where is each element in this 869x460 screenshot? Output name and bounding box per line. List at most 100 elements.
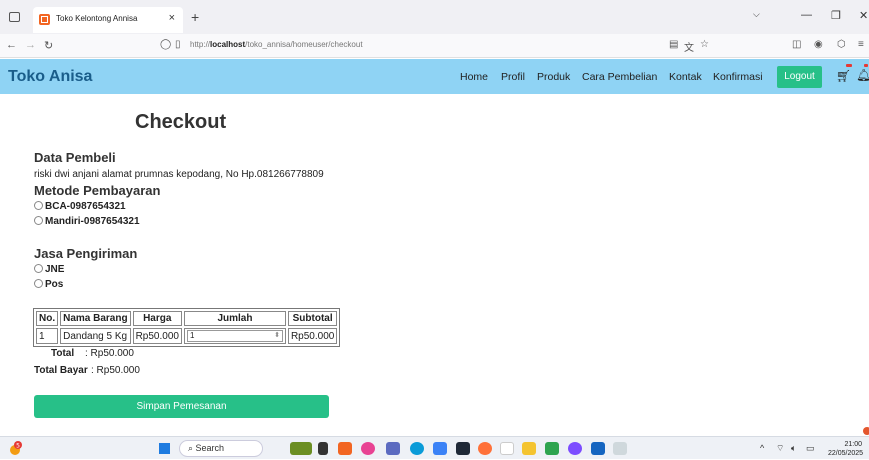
table-row: 1 Dandang 5 Kg Rp50.000 1 ⬍ Rp50.000 xyxy=(36,328,338,344)
close-window-icon[interactable]: ✕ xyxy=(859,9,868,22)
nav-kontak[interactable]: Kontak xyxy=(669,71,702,83)
col-jumlah: Jumlah xyxy=(183,311,286,326)
file-explorer-icon[interactable] xyxy=(522,442,536,455)
tab-overflow-chevron-icon[interactable]: ⌵ xyxy=(753,9,760,20)
copilot-icon[interactable] xyxy=(361,442,375,455)
cell-subtotal: Rp50.000 xyxy=(287,328,338,344)
buyer-heading: Data Pembeli xyxy=(34,150,116,165)
cell-price: Rp50.000 xyxy=(132,328,182,344)
url-path: /toko_annisa/homeuser/checkout xyxy=(245,40,363,49)
radio-icon[interactable] xyxy=(34,264,43,273)
cell-qty: 1 ⬍ xyxy=(183,328,286,344)
shipping-option-label: JNE xyxy=(45,264,65,275)
col-harga: Harga xyxy=(132,311,182,326)
bookmark-star-icon[interactable]: ☆ xyxy=(700,39,709,50)
shipping-heading: Jasa Pengiriman xyxy=(34,246,138,261)
col-nama-barang: Nama Barang xyxy=(60,311,131,326)
windows-start-icon[interactable] xyxy=(159,443,170,454)
app-icon[interactable] xyxy=(568,442,582,455)
buyer-info: riski dwi anjani alamat prumnas kepodang… xyxy=(34,169,324,180)
tab-title: Toko Kelontong Annisa xyxy=(56,14,138,23)
back-icon[interactable]: ← xyxy=(6,39,17,51)
menu-icon[interactable]: ≡ xyxy=(858,39,864,50)
browser-toolbar: ← → ↻ ◯ ▯ http://localhost/toko_annisa/h… xyxy=(0,34,869,58)
spinner-icon[interactable]: ⬍ xyxy=(274,331,280,341)
payment-option-mandiri[interactable]: Mandiri-0987654321 xyxy=(34,216,140,227)
nav-profil[interactable]: Profil xyxy=(501,71,525,83)
radio-icon[interactable] xyxy=(34,201,43,210)
clock-time: 21:00 xyxy=(844,441,863,448)
new-tab-icon[interactable]: + xyxy=(191,9,199,25)
payment-option-bca[interactable]: BCA-0987654321 xyxy=(34,201,126,212)
notification-count: 5 xyxy=(16,443,20,450)
app-icon[interactable] xyxy=(433,442,447,455)
tracking-shield-icon[interactable]: ◯ xyxy=(160,39,171,50)
widgets-icon[interactable] xyxy=(290,442,312,455)
payment-option-label: BCA-0987654321 xyxy=(45,201,126,212)
page-title: Checkout xyxy=(135,111,227,133)
page-info-icon[interactable]: ▯ xyxy=(175,39,181,50)
reload-icon[interactable]: ↻ xyxy=(44,39,53,52)
browser-tab-strip: Toko Kelontong Annisa × + ⌵ — ❐ ✕ xyxy=(0,0,869,34)
simpan-pemesanan-button[interactable]: Simpan Pemesanan xyxy=(34,395,329,418)
maximize-icon[interactable]: ❐ xyxy=(831,9,841,22)
payment-option-label: Mandiri-0987654321 xyxy=(45,216,140,227)
shipping-option-pos[interactable]: Pos xyxy=(34,279,63,290)
col-subtotal: Subtotal xyxy=(287,311,338,326)
table-header-row: No. Nama Barang Harga Jumlah Subtotal xyxy=(36,311,338,326)
nav-home[interactable]: Home xyxy=(460,71,488,83)
battery-icon[interactable]: ▭ xyxy=(806,443,815,454)
logout-button[interactable]: Logout xyxy=(777,66,822,88)
taskbar: 5 ⌕ Search ^ ⌔ 🔈︎ ▭ 21:00 22/05/2025 xyxy=(0,436,869,459)
reader-view-icon[interactable]: ▤ xyxy=(669,39,678,50)
bell-badge xyxy=(864,64,868,67)
site-brand[interactable]: Toko Anisa xyxy=(8,68,92,86)
notification-bell-icon[interactable]: 🔔︎ xyxy=(856,68,869,82)
volume-icon[interactable]: 🔈︎ xyxy=(791,443,796,454)
tab-close-icon[interactable]: × xyxy=(169,12,175,24)
quantity-stepper[interactable]: 1 ⬍ xyxy=(186,330,283,342)
nav-konfirmasi[interactable]: Konfirmasi xyxy=(713,71,763,83)
translate-icon[interactable]: 文 xyxy=(684,39,694,54)
wifi-icon[interactable]: ⌔ xyxy=(776,443,784,454)
nav-cara-pembelian[interactable]: Cara Pembelian xyxy=(582,71,657,83)
pocket-icon[interactable]: ◫ xyxy=(792,39,801,50)
total-label: Total xyxy=(51,348,75,359)
total-bayar-label: Total Bayar xyxy=(34,365,88,376)
tab-list-icon[interactable] xyxy=(9,12,20,22)
weather-icon[interactable]: 5 xyxy=(8,441,22,455)
nav-produk[interactable]: Produk xyxy=(537,71,570,83)
teams-icon[interactable] xyxy=(386,442,400,455)
clock[interactable]: 21:00 22/05/2025 xyxy=(828,440,863,458)
firefox-icon[interactable] xyxy=(478,442,492,455)
dropbox-icon[interactable] xyxy=(456,442,470,455)
radio-icon[interactable] xyxy=(34,216,43,225)
extensions-icon[interactable]: ⬡ xyxy=(837,39,846,50)
radio-icon[interactable] xyxy=(34,279,43,288)
browser-tab-active[interactable]: Toko Kelontong Annisa × xyxy=(33,7,183,33)
account-icon[interactable]: ◉ xyxy=(814,39,823,50)
amazon-icon[interactable] xyxy=(500,442,514,455)
url-host: localhost xyxy=(210,40,246,49)
minimize-icon[interactable]: — xyxy=(801,9,812,21)
search-icon: ⌕ xyxy=(188,443,196,453)
total-value: : Rp50.000 xyxy=(85,348,134,359)
shipping-option-jne[interactable]: JNE xyxy=(34,264,64,275)
cart-icon[interactable]: 🛒︎ xyxy=(836,69,851,83)
edge-icon[interactable] xyxy=(410,442,424,455)
app-icon[interactable] xyxy=(613,442,627,455)
app-icon[interactable] xyxy=(338,442,352,455)
side-edge-icon[interactable] xyxy=(861,422,869,435)
word-icon[interactable] xyxy=(591,442,605,455)
shipping-option-label: Pos xyxy=(45,279,64,290)
taskbar-search[interactable]: ⌕ Search xyxy=(179,440,263,457)
task-view-icon[interactable] xyxy=(318,442,328,455)
app-icon[interactable] xyxy=(545,442,559,455)
url-bar[interactable]: http://localhost/toko_annisa/homeuser/ch… xyxy=(190,40,363,49)
col-no: No. xyxy=(36,311,59,326)
url-prefix: http:// xyxy=(190,40,211,49)
tray-chevron-icon[interactable]: ^ xyxy=(760,443,764,453)
cell-name: Dandang 5 Kg xyxy=(60,328,131,344)
forward-icon[interactable]: → xyxy=(25,39,36,51)
site-header: Toko Anisa Home Profil Produk Cara Pembe… xyxy=(0,59,869,94)
